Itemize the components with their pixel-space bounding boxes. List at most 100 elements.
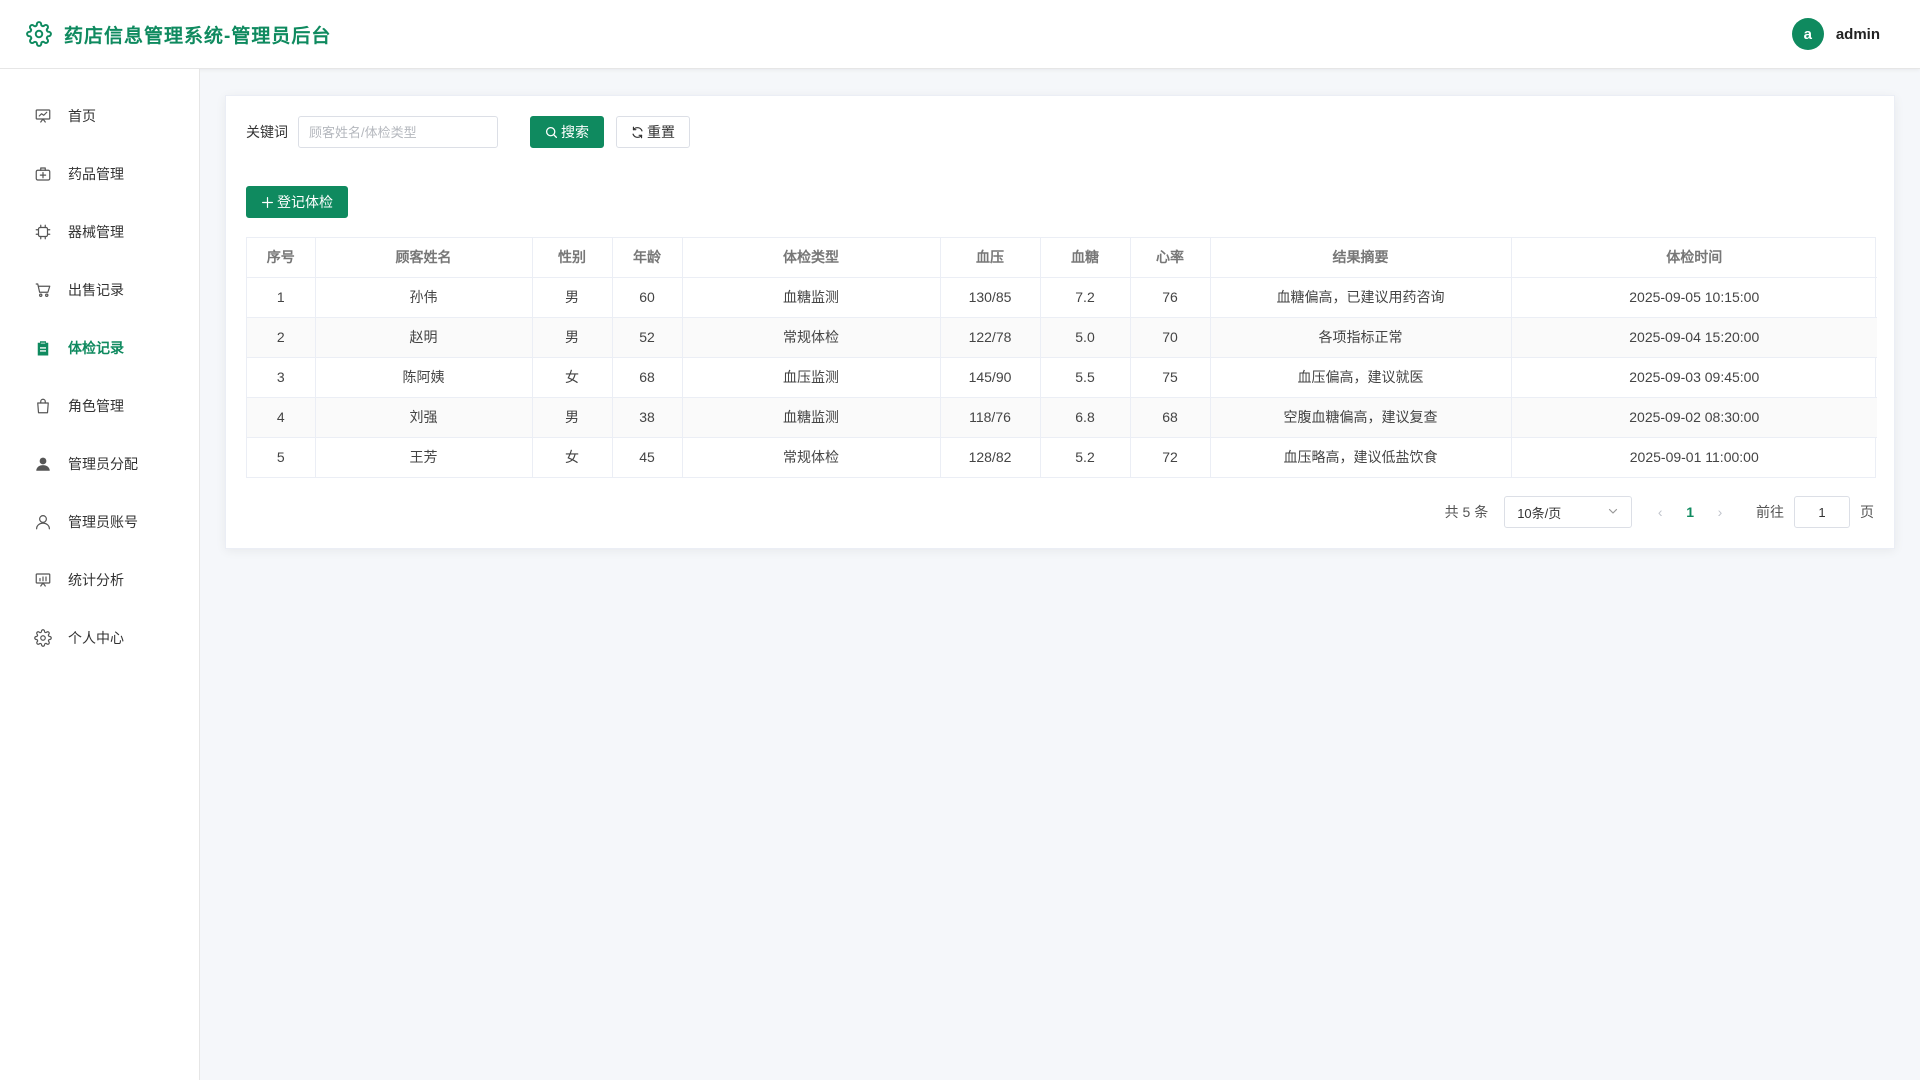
- checkup-table: 序号 顾客姓名 性别 年龄 体检类型 血压 血糖 心率 结果摘要 体检时间 1 …: [246, 237, 1877, 478]
- sidebar-item-checkup[interactable]: 体检记录: [0, 319, 199, 377]
- table-cell: 5.2: [1040, 437, 1131, 477]
- table-cell: 4: [247, 397, 316, 438]
- search-button[interactable]: 搜索: [530, 116, 604, 148]
- sidebar-item-label: 出售记录: [68, 282, 124, 298]
- app-title: 药店信息管理系统-管理员后台: [64, 25, 332, 47]
- user-menu[interactable]: a admin: [1791, 18, 1880, 50]
- sidebar-item-label: 个人中心: [68, 630, 124, 646]
- sidebar-item-medicine[interactable]: 药品管理: [0, 145, 199, 203]
- column-header: 体检类型: [682, 238, 941, 278]
- sidebar-item-admin-accounts[interactable]: 管理员账号: [0, 493, 199, 551]
- settings-icon: [34, 629, 52, 647]
- table-cell: 128/82: [940, 437, 1041, 477]
- sidebar-item-home[interactable]: 首页: [0, 87, 199, 145]
- search-label: 关键词: [246, 124, 288, 140]
- total-count: 共 5 条: [1444, 504, 1489, 520]
- table-cell: 45: [612, 437, 683, 477]
- table-cell: 70: [1130, 317, 1211, 358]
- table-cell: 血压监测: [682, 357, 941, 398]
- table-cell: 38: [612, 397, 683, 438]
- table-cell: 刘强: [315, 397, 533, 438]
- sidebar-item-label: 器械管理: [68, 224, 124, 240]
- column-header: 血糖: [1040, 238, 1131, 278]
- table-cell: 122/78: [940, 317, 1041, 358]
- table-cell: 孙伟: [315, 277, 533, 318]
- plus-icon: [261, 196, 274, 209]
- table-cell: 72: [1130, 437, 1211, 477]
- table-cell: 52: [612, 317, 683, 358]
- sidebar-item-label: 首页: [68, 108, 96, 124]
- table-cell: 男: [532, 397, 613, 438]
- table-cell: 1: [247, 277, 316, 318]
- add-checkup-button[interactable]: 登记体检: [246, 186, 348, 218]
- refresh-icon: [631, 126, 644, 139]
- table-cell: 各项指标正常: [1210, 317, 1512, 358]
- goto-page-input[interactable]: [1794, 496, 1850, 528]
- table-cell: 2025-09-03 09:45:00: [1511, 357, 1877, 398]
- page-number-current[interactable]: 1: [1686, 504, 1694, 520]
- brand: 药店信息管理系统-管理员后台: [26, 21, 331, 48]
- sidebar-item-label: 体检记录: [68, 340, 124, 356]
- table-row[interactable]: 2 赵明 男 52 常规体检 122/78 5.0 70 各项指标正常 2025…: [247, 317, 1877, 358]
- prev-page-icon[interactable]: ‹: [1654, 504, 1666, 520]
- table-cell: 王芳: [315, 437, 533, 477]
- page-size-value: 10条/页: [1517, 505, 1562, 521]
- medicine-box-icon: [34, 165, 52, 183]
- search-button-label: 搜索: [561, 124, 589, 140]
- sidebar-item-profile[interactable]: 个人中心: [0, 609, 199, 667]
- chart-board-icon: [34, 571, 52, 589]
- table-cell: 2025-09-02 08:30:00: [1511, 397, 1877, 438]
- table-cell: 60: [612, 277, 683, 318]
- top-header: 药店信息管理系统-管理员后台 a admin: [0, 0, 1920, 69]
- table-cell: 男: [532, 317, 613, 358]
- column-header: 性别: [532, 238, 613, 278]
- reset-button[interactable]: 重置: [616, 116, 690, 148]
- chip-icon: [34, 223, 52, 241]
- table-cell: 常规体检: [682, 317, 941, 358]
- table-cell: 陈阿姨: [315, 357, 533, 398]
- table-row[interactable]: 4 刘强 男 38 血糖监测 118/76 6.8 68 空腹血糖偏高，建议复查…: [247, 397, 1877, 438]
- username[interactable]: admin: [1836, 26, 1880, 43]
- table-cell: 常规体检: [682, 437, 941, 477]
- table-row[interactable]: 5 王芳 女 45 常规体检 128/82 5.2 72 血压略高，建议低盐饮食…: [247, 437, 1877, 477]
- table-cell: 130/85: [940, 277, 1041, 318]
- pagination: 共 5 条 10条/页 ‹ 1 › 前往 页: [1445, 496, 1874, 528]
- table-cell: 75: [1130, 357, 1211, 398]
- user-filled-icon: [34, 455, 52, 473]
- reset-button-label: 重置: [647, 124, 675, 140]
- table-cell: 145/90: [940, 357, 1041, 398]
- sidebar-item-label: 药品管理: [68, 166, 124, 182]
- table-cell: 76: [1130, 277, 1211, 318]
- table-cell: 118/76: [940, 397, 1041, 438]
- sidebar-item-label: 统计分析: [68, 572, 124, 588]
- sidebar-item-statistics[interactable]: 统计分析: [0, 551, 199, 609]
- column-header: 心率: [1130, 238, 1211, 278]
- table-row[interactable]: 3 陈阿姨 女 68 血压监测 145/90 5.5 75 血压偏高，建议就医 …: [247, 357, 1877, 398]
- sidebar-item-admin-assign[interactable]: 管理员分配: [0, 435, 199, 493]
- sidebar-item-equipment[interactable]: 器械管理: [0, 203, 199, 261]
- table-cell: 血糖监测: [682, 277, 941, 318]
- page-size-select[interactable]: 10条/页: [1504, 496, 1633, 528]
- table-cell: 空腹血糖偏高，建议复查: [1210, 397, 1512, 438]
- search-input[interactable]: [298, 116, 498, 148]
- column-header: 序号: [247, 238, 316, 278]
- table-cell: 2025-09-04 15:20:00: [1511, 317, 1877, 358]
- column-header: 年龄: [612, 238, 683, 278]
- search-icon: [545, 126, 558, 139]
- table-cell: 3: [247, 357, 316, 398]
- next-page-icon[interactable]: ›: [1714, 504, 1726, 520]
- sidebar-item-roles[interactable]: 角色管理: [0, 377, 199, 435]
- avatar[interactable]: a: [1791, 18, 1824, 50]
- table-row[interactable]: 1 孙伟 男 60 血糖监测 130/85 7.2 76 血糖偏高，已建议用药咨…: [247, 277, 1877, 318]
- table-cell: 血糖监测: [682, 397, 941, 438]
- table-cell: 5: [247, 437, 316, 477]
- table-cell: 6.8: [1040, 397, 1131, 438]
- table-header-row: 序号 顾客姓名 性别 年龄 体检类型 血压 血糖 心率 结果摘要 体检时间: [247, 238, 1877, 278]
- goto-label: 前往: [1756, 504, 1784, 520]
- sidebar-item-sales[interactable]: 出售记录: [0, 261, 199, 319]
- goto-page: 前往 页: [1756, 496, 1874, 528]
- table-cell: 2: [247, 317, 316, 358]
- sidebar-item-label: 管理员分配: [68, 456, 138, 472]
- table-cell: 5.5: [1040, 357, 1131, 398]
- chevron-down-icon: [1607, 505, 1619, 520]
